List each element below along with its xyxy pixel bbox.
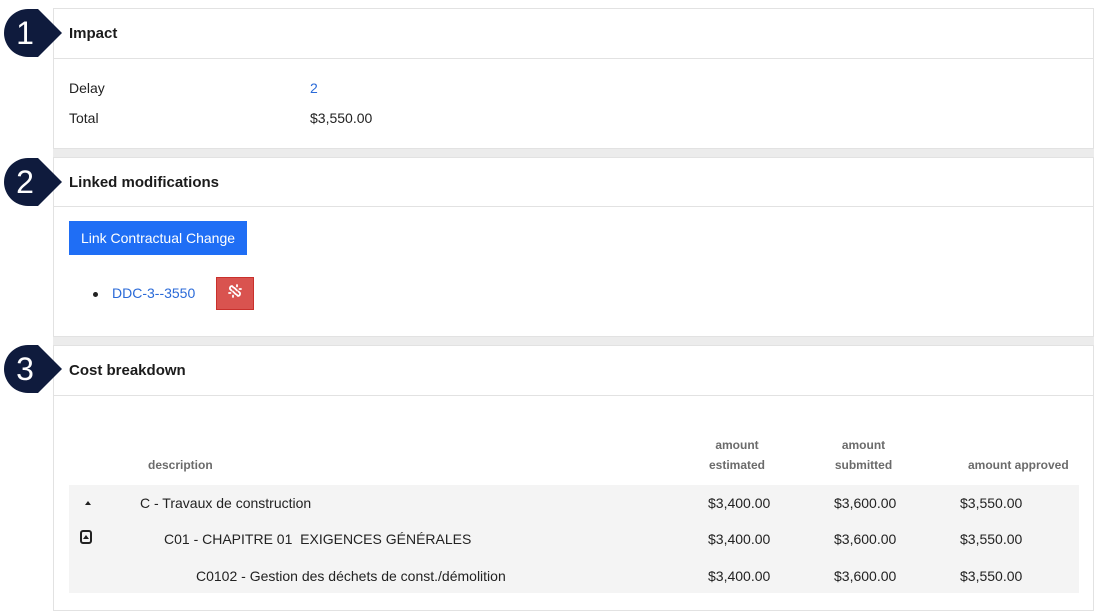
column-header-amount-submitted[interactable]: amount submitted bbox=[831, 435, 896, 475]
total-label: Total bbox=[69, 110, 99, 126]
step-badge-2: 2 bbox=[0, 154, 64, 210]
table-row-approved: $3,550.00 bbox=[960, 568, 1023, 584]
delay-label: Delay bbox=[69, 80, 105, 96]
linked-modifications-panel: Linked modifications Link Contractual Ch… bbox=[53, 157, 1094, 337]
table-row-submitted: $3,600.00 bbox=[834, 495, 897, 511]
column-header-submitted-line1: amount bbox=[841, 438, 886, 452]
column-header-estimated-line2: estimated bbox=[708, 458, 766, 472]
impact-title: Impact bbox=[69, 25, 118, 42]
cost-header: Cost breakdown bbox=[54, 346, 1093, 396]
column-header-amount-estimated[interactable]: amount estimated bbox=[706, 435, 768, 475]
cost-breakdown-panel: Cost breakdown description amount estima… bbox=[53, 345, 1094, 611]
collapse-row-icon[interactable] bbox=[85, 501, 91, 505]
step-badge-3: 3 bbox=[0, 341, 64, 397]
step-number: 3 bbox=[16, 351, 34, 387]
table-row-description: C0102 - Gestion des déchets de const./dé… bbox=[196, 568, 506, 584]
linked-title: Linked modifications bbox=[69, 174, 220, 191]
cost-title: Cost breakdown bbox=[69, 362, 186, 379]
step-badge-1: 1 bbox=[0, 5, 64, 61]
step-number: 1 bbox=[16, 15, 34, 51]
table-row-estimated: $3,400.00 bbox=[708, 495, 771, 511]
table-row-submitted: $3,600.00 bbox=[834, 531, 897, 547]
step-number: 2 bbox=[16, 164, 34, 200]
impact-panel: Impact Delay 2 Total $3,550.00 bbox=[53, 8, 1094, 149]
table-row-approved: $3,550.00 bbox=[960, 531, 1023, 547]
column-header-amount-approved[interactable]: amount approved bbox=[968, 455, 1069, 475]
impact-header: Impact bbox=[54, 9, 1093, 59]
table-row-estimated: $3,400.00 bbox=[708, 531, 771, 547]
list-bullet bbox=[93, 292, 98, 297]
table-row-description: C01 - CHAPITRE 01 EXIGENCES GÉNÉRALES bbox=[164, 531, 472, 547]
column-header-submitted-line2: submitted bbox=[834, 458, 893, 472]
table-row-estimated: $3,400.00 bbox=[708, 568, 771, 584]
linked-modification-link[interactable]: DDC-3--3550 bbox=[112, 285, 195, 301]
table-row-approved: $3,550.00 bbox=[960, 495, 1023, 511]
collapse-group-button[interactable] bbox=[80, 530, 92, 544]
unlink-button[interactable] bbox=[216, 277, 254, 310]
table-row-submitted: $3,600.00 bbox=[834, 568, 897, 584]
caret-up-icon bbox=[83, 535, 89, 539]
linked-header: Linked modifications bbox=[54, 158, 1093, 207]
link-contractual-change-button[interactable]: Link Contractual Change bbox=[69, 221, 247, 255]
delay-value[interactable]: 2 bbox=[310, 80, 318, 96]
table-row-description: C - Travaux de construction bbox=[140, 495, 312, 511]
unlink-icon bbox=[227, 283, 243, 304]
column-header-estimated-line1: amount bbox=[715, 438, 759, 452]
total-value: $3,550.00 bbox=[310, 110, 373, 126]
column-header-description[interactable]: description bbox=[148, 455, 213, 475]
